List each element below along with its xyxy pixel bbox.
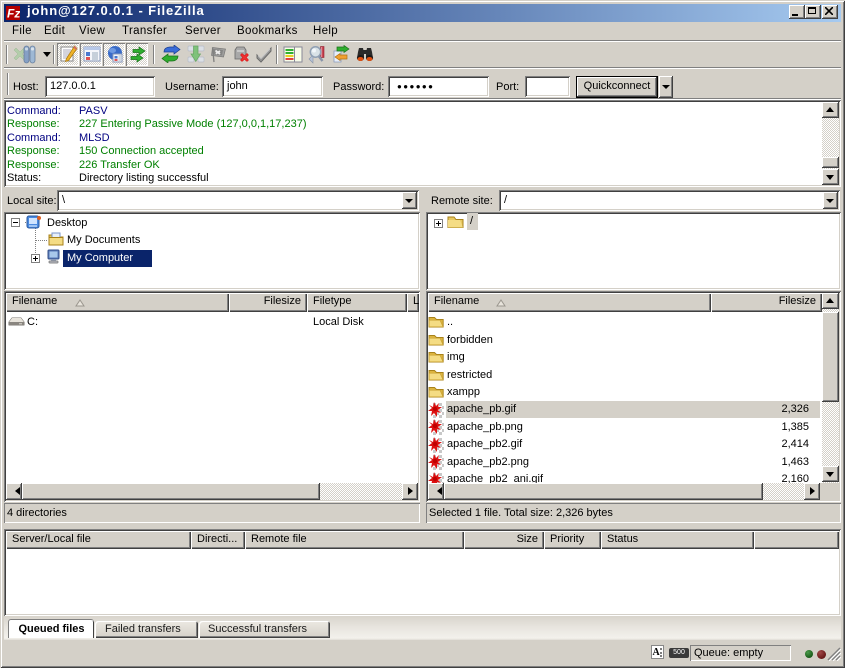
svg-text:A: A [653, 647, 661, 658]
svg-text:Fz: Fz [7, 7, 20, 21]
